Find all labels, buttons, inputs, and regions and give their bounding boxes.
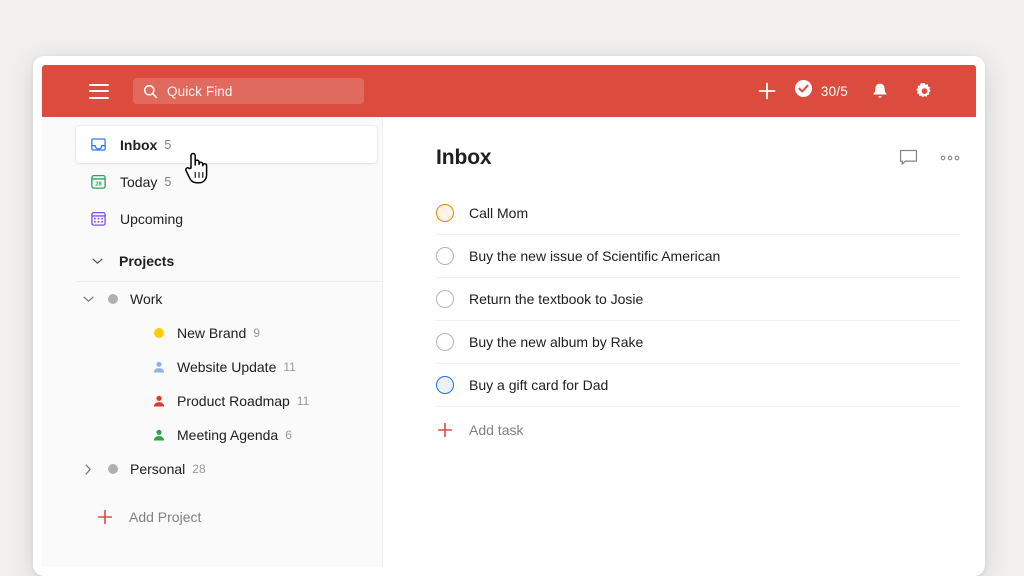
project-label: Website Update: [177, 359, 276, 375]
project-label: Meeting Agenda: [177, 427, 278, 443]
project-count: 6: [285, 428, 292, 442]
task-checkbox[interactable]: [436, 204, 454, 222]
task-row[interactable]: Buy the new album by Rake: [436, 321, 960, 364]
search-placeholder: Quick Find: [167, 84, 233, 99]
task-label: Buy the new issue of Scientific American: [469, 248, 720, 264]
task-list: Call Mom Buy the new issue of Scientific…: [436, 192, 960, 450]
dot-icon: [152, 326, 166, 340]
sidebar-item-count: 5: [164, 138, 171, 152]
task-row[interactable]: Buy the new issue of Scientific American: [436, 235, 960, 278]
sidebar: Inbox 5 28 Today 5: [42, 117, 383, 567]
add-project-label: Add Project: [129, 509, 201, 525]
project-count: 11: [297, 394, 309, 408]
hamburger-line: [89, 84, 109, 86]
plus-icon: [97, 509, 113, 525]
shared-person-icon: [152, 428, 166, 442]
project-count: 9: [253, 326, 260, 340]
sidebar-project-meeting-agenda[interactable]: Meeting Agenda 6: [42, 418, 382, 452]
project-color-dot: [108, 294, 118, 304]
comments-icon[interactable]: [899, 149, 918, 167]
task-label: Buy the new album by Rake: [469, 334, 643, 350]
main-content: Inbox: [383, 117, 976, 567]
sidebar-project-new-brand[interactable]: New Brand 9: [42, 316, 382, 350]
task-checkbox[interactable]: [436, 333, 454, 351]
project-count: 11: [283, 360, 295, 374]
sidebar-item-count: 5: [164, 175, 171, 189]
page-title: Inbox: [436, 146, 492, 170]
more-options-icon[interactable]: [940, 155, 960, 161]
sidebar-item-label: Upcoming: [120, 211, 183, 227]
top-bar: Quick Find 30/5: [42, 65, 976, 117]
inbox-icon: [89, 136, 107, 154]
sidebar-item-label: Today: [120, 174, 157, 190]
task-row[interactable]: Call Mom: [436, 192, 960, 235]
project-label: Personal: [130, 461, 185, 477]
sidebar-project-work[interactable]: Work: [42, 282, 382, 316]
karma-count: 30/5: [821, 84, 848, 99]
search-icon: [143, 84, 158, 99]
sidebar-item-inbox[interactable]: Inbox 5: [76, 126, 377, 163]
check-circle-icon: [794, 79, 813, 103]
main-header: Inbox: [436, 146, 960, 170]
sidebar-item-today[interactable]: 28 Today 5: [76, 163, 377, 200]
sidebar-item-label: Inbox: [120, 137, 157, 153]
project-color-dot: [108, 464, 118, 474]
hamburger-line: [89, 90, 109, 92]
calendar-grid-icon: [89, 210, 107, 228]
task-checkbox[interactable]: [436, 376, 454, 394]
app-body: Inbox 5 28 Today 5: [42, 117, 976, 567]
svg-text:28: 28: [95, 182, 102, 188]
chevron-right-icon[interactable]: [81, 464, 95, 475]
chevron-down-icon[interactable]: [81, 295, 95, 303]
chevron-down-icon[interactable]: [89, 257, 105, 265]
add-task-row[interactable]: Add task: [436, 410, 960, 450]
sidebar-project-personal[interactable]: Personal 28: [42, 452, 382, 486]
add-task-label: Add task: [469, 422, 523, 438]
top-bar-actions: 30/5: [750, 74, 940, 108]
projects-label: Projects: [119, 253, 174, 269]
task-row[interactable]: Return the textbook to Josie: [436, 278, 960, 321]
calendar-today-icon: 28: [89, 173, 107, 191]
gear-icon[interactable]: [908, 75, 940, 107]
project-label: Work: [130, 291, 162, 307]
karma-button[interactable]: 30/5: [794, 79, 848, 103]
sidebar-project-product-roadmap[interactable]: Product Roadmap 11: [42, 384, 382, 418]
task-checkbox[interactable]: [436, 290, 454, 308]
sidebar-project-website-update[interactable]: Website Update 11: [42, 350, 382, 384]
shared-person-icon: [152, 394, 166, 408]
bell-icon[interactable]: [864, 75, 896, 107]
hamburger-icon[interactable]: [89, 84, 109, 99]
add-project-button[interactable]: Add Project: [42, 500, 382, 534]
task-label: Return the textbook to Josie: [469, 291, 643, 307]
task-checkbox[interactable]: [436, 247, 454, 265]
add-task-button[interactable]: [750, 74, 784, 108]
search-input[interactable]: Quick Find: [133, 78, 364, 104]
app-window: Quick Find 30/5: [33, 56, 985, 576]
shared-person-icon: [152, 360, 166, 374]
project-count: 28: [192, 462, 205, 476]
task-label: Buy a gift card for Dad: [469, 377, 608, 393]
sidebar-item-upcoming[interactable]: Upcoming: [76, 200, 377, 237]
task-label: Call Mom: [469, 205, 528, 221]
main-actions: [899, 149, 960, 167]
plus-icon: [436, 422, 454, 438]
project-label: Product Roadmap: [177, 393, 290, 409]
projects-section-header[interactable]: Projects: [89, 244, 377, 278]
hamburger-line: [89, 97, 109, 99]
project-label: New Brand: [177, 325, 246, 341]
task-row[interactable]: Buy a gift card for Dad: [436, 364, 960, 407]
